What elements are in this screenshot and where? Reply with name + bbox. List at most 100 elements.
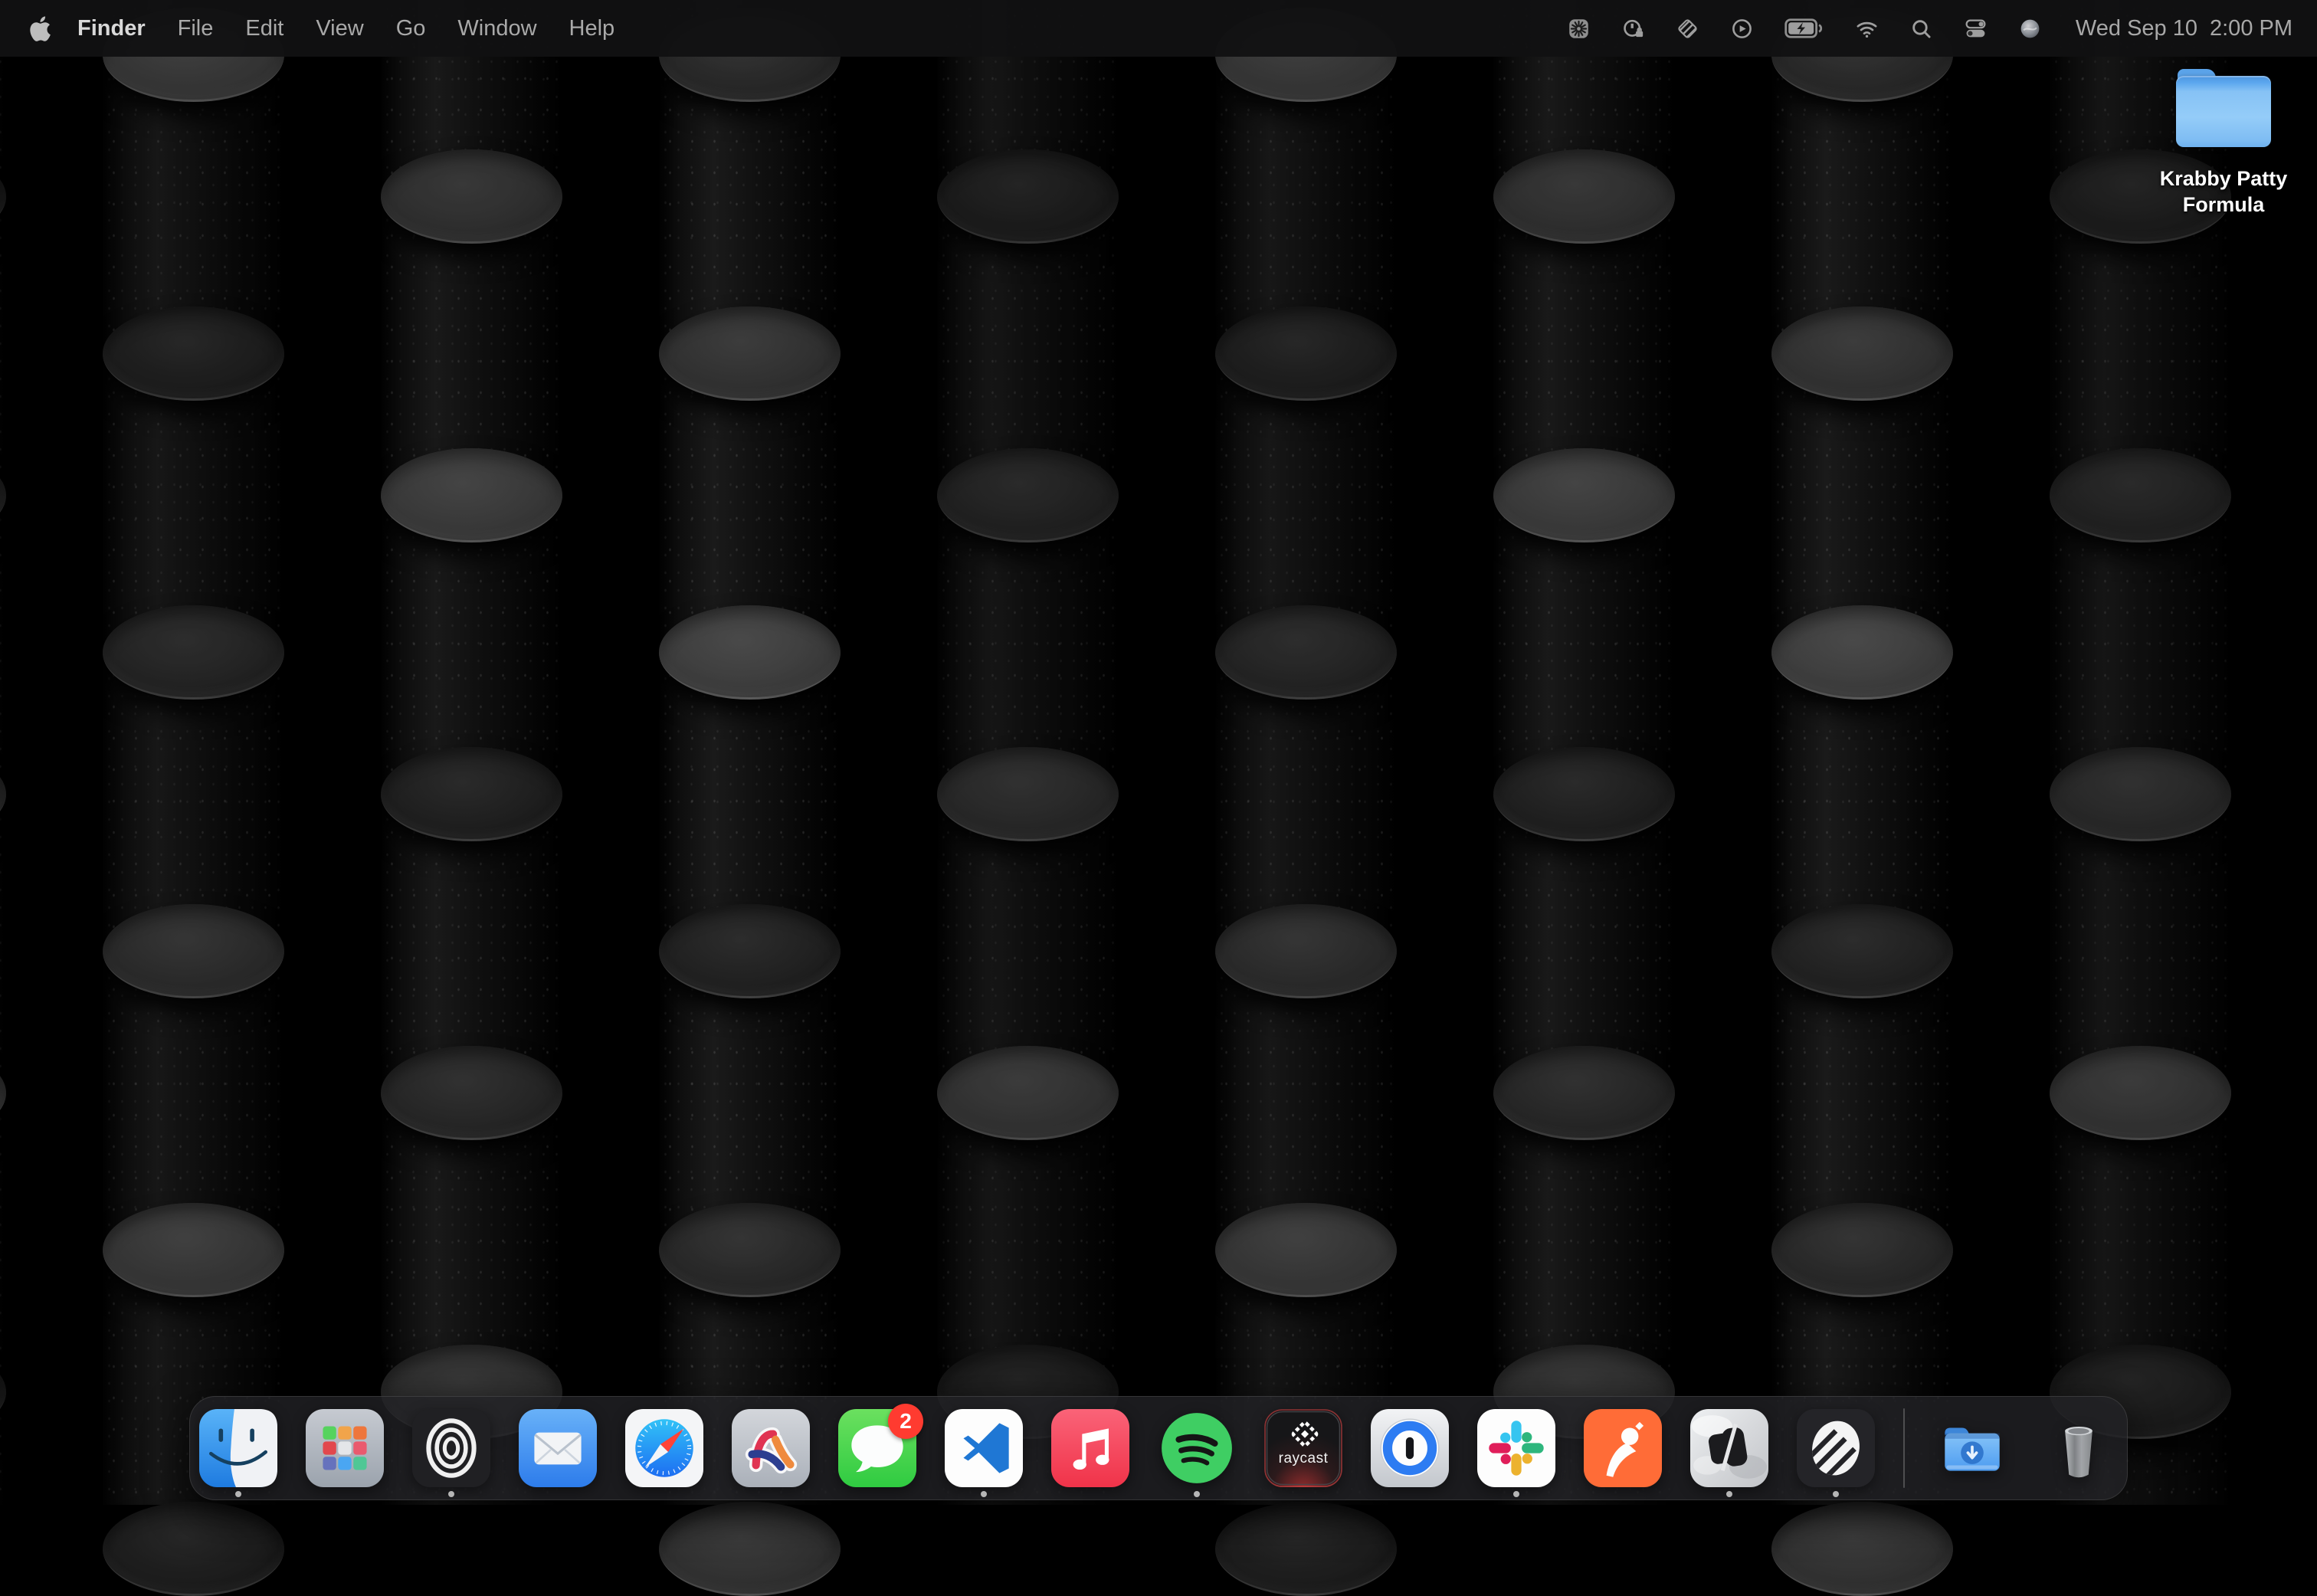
dock-onepassword-icon[interactable] [1371, 1409, 1449, 1487]
wallpaper-cylinder-column [2050, 0, 2231, 1505]
cylinder-top [103, 904, 284, 998]
menu-file[interactable]: File [162, 0, 230, 57]
cylinder-top [1493, 1046, 1675, 1140]
cylinder-top [2050, 1046, 2231, 1140]
cylinder-top [2050, 448, 2231, 542]
cylinder-top [937, 1046, 1119, 1140]
control-center-icon[interactable] [1964, 17, 1988, 41]
dock-slack-icon[interactable] [1477, 1409, 1555, 1487]
dock-dia-icon[interactable] [1690, 1409, 1768, 1487]
menu-bar-status-area: Wed Sep 10 2:00 PM [1567, 16, 2292, 41]
dock-postman-icon[interactable] [1584, 1409, 1662, 1487]
cylinder-top [1493, 747, 1675, 841]
apple-logo-icon [28, 13, 54, 44]
starburst-icon[interactable] [1567, 17, 1591, 41]
menu-view[interactable]: View [300, 0, 379, 57]
running-indicator-dot [1833, 1491, 1839, 1497]
cylinder-top [659, 1203, 841, 1297]
menu-go[interactable]: Go [380, 0, 442, 57]
dock-finder-icon[interactable] [199, 1409, 277, 1487]
dock-trash-icon[interactable] [2040, 1409, 2118, 1487]
cylinder-top [937, 448, 1119, 542]
striped-flag-icon[interactable] [1676, 17, 1699, 41]
cylinder-top [659, 306, 841, 401]
cylinder-top [659, 605, 841, 700]
running-indicator-dot [1513, 1491, 1519, 1497]
wallpaper-cylinder-column [103, 0, 284, 1505]
cylinder-top [1215, 1203, 1397, 1297]
cylinder-top [0, 149, 6, 244]
cylinder-top [659, 904, 841, 998]
cylinder-top [1771, 306, 1953, 401]
running-indicator-dot [235, 1491, 241, 1497]
running-indicator-dot [1726, 1491, 1732, 1497]
cylinder-top [381, 149, 562, 244]
cylinder-top [0, 747, 6, 841]
cylinder-top [103, 605, 284, 700]
menu-edit[interactable]: Edit [229, 0, 300, 57]
dock-separator [1903, 1408, 1905, 1488]
wallpaper-cylinder-column [1215, 0, 1397, 1505]
menu-help[interactable]: Help [553, 0, 631, 57]
dock-arc-icon[interactable] [732, 1409, 810, 1487]
folder-icon [2176, 69, 2271, 147]
siri-icon[interactable] [2018, 17, 2042, 41]
cylinder-top [2050, 747, 2231, 841]
dock-safari-icon[interactable] [625, 1409, 703, 1487]
cylinder-top [937, 747, 1119, 841]
menu-bar-clock[interactable]: Wed Sep 10 2:00 PM [2076, 16, 2292, 41]
dock-downloads-icon[interactable] [1933, 1409, 2011, 1487]
wallpaper-cylinder-column [1493, 0, 1675, 1505]
cylinder-top [1771, 1203, 1953, 1297]
cylinder-top [1215, 1502, 1397, 1596]
dock-raycast-icon[interactable]: raycast [1264, 1409, 1342, 1487]
menu-app-name[interactable]: Finder [61, 0, 162, 57]
cylinder-top [103, 1502, 284, 1596]
clock-date: Wed Sep 10 [2076, 16, 2197, 41]
cylinder-top [381, 448, 562, 542]
running-indicator-dot [981, 1491, 987, 1497]
apple-menu[interactable] [28, 13, 54, 44]
battery-charging-icon[interactable] [1784, 18, 1824, 39]
cylinder-top [0, 448, 6, 542]
cylinder-top [103, 1203, 284, 1297]
cylinder-top [381, 1046, 562, 1140]
clock-time: 2:00 PM [2210, 16, 2292, 41]
running-indicator-dot [448, 1491, 454, 1497]
wallpaper-cylinder-column [937, 0, 1119, 1505]
dock-linear-icon[interactable] [1797, 1409, 1875, 1487]
lock-dial-icon[interactable] [1621, 17, 1645, 41]
cylinder-top [1771, 1502, 1953, 1596]
cylinder-top [0, 1046, 6, 1140]
dock-launchpad-icon[interactable] [306, 1409, 384, 1487]
cylinder-top [659, 1502, 841, 1596]
running-indicator-dot [1194, 1491, 1200, 1497]
dock-spotify-icon[interactable] [1158, 1409, 1236, 1487]
menu-bar: Finder FileEditViewGoWindowHelp Wed Sep … [0, 0, 2317, 57]
wallpaper-cylinder-column [381, 0, 562, 1505]
cylinder-top [1771, 904, 1953, 998]
cylinder-top [1215, 605, 1397, 700]
cylinder-top [937, 149, 1119, 244]
cylinder-top [1493, 149, 1675, 244]
cylinder-top [381, 747, 562, 841]
dock-mail-icon[interactable] [519, 1409, 597, 1487]
spotlight-search-icon[interactable] [1909, 17, 1933, 41]
menu-bar-left: Finder FileEditViewGoWindowHelp [28, 0, 631, 57]
wallpaper-cylinder-column [659, 0, 841, 1505]
cylinder-top [0, 1345, 6, 1439]
cylinder-top [1493, 448, 1675, 542]
wifi-icon[interactable] [1855, 17, 1879, 41]
cylinder-top [1215, 306, 1397, 401]
dock-music-icon[interactable] [1051, 1409, 1129, 1487]
now-playing-icon[interactable] [1730, 17, 1754, 41]
wallpaper-cylinder-column [1771, 0, 1953, 1505]
menu-window[interactable]: Window [441, 0, 552, 57]
desktop-folder-krabby-patty-formula[interactable]: Krabby Patty Formula [2156, 69, 2291, 218]
notification-badge: 2 [888, 1404, 923, 1439]
desktop-wallpaper [0, 0, 2317, 1505]
dock-messages-icon[interactable]: 2 [838, 1409, 916, 1487]
cylinder-top [1215, 904, 1397, 998]
dock-vscode-icon[interactable] [945, 1409, 1023, 1487]
dock-rings-app-icon[interactable] [412, 1409, 490, 1487]
